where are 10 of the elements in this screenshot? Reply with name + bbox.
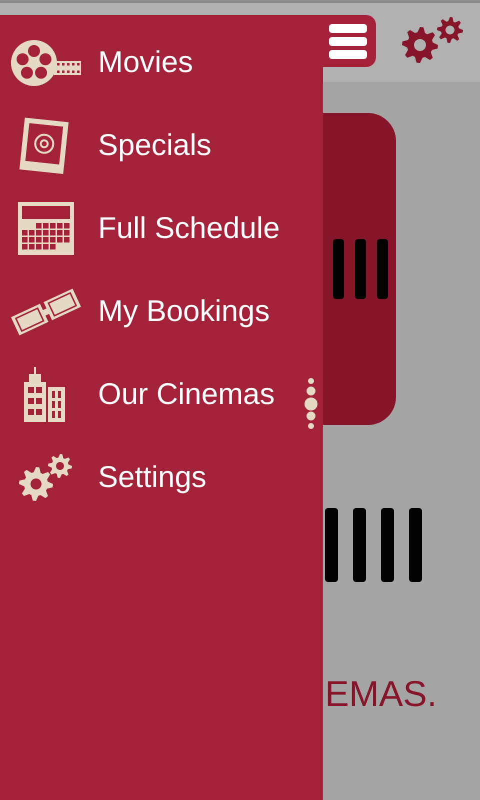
menu-item[interactable]: Our Cinemas (0, 353, 283, 436)
menu-item[interactable]: Movies (0, 21, 202, 104)
scroll-handle-icon[interactable] (303, 377, 319, 429)
menu-item[interactable]: Settings (0, 436, 214, 519)
bars-drawing (333, 239, 388, 299)
menu-icon[interactable] (328, 21, 368, 61)
menu-item[interactable]: Full Schedule (0, 187, 288, 270)
menu-item[interactable]: Specials (0, 104, 220, 187)
menu-item[interactable]: My Bookings (0, 270, 278, 353)
partial-heading: EMAS. (325, 674, 438, 714)
